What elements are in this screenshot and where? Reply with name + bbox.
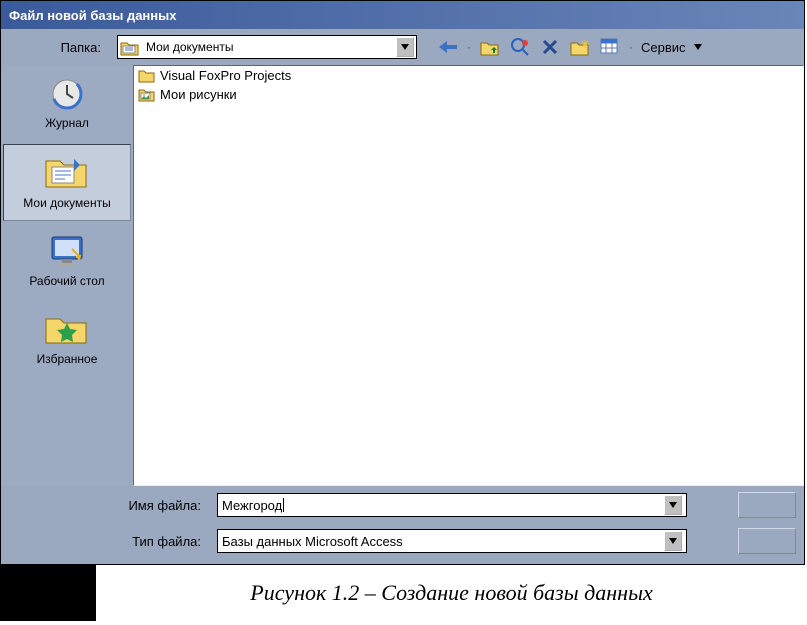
back-arrow-icon	[439, 41, 457, 53]
places-bar: Журнал Мои документы	[1, 65, 133, 486]
filetype-row: Тип файла: Базы данных Microsoft Access	[9, 528, 796, 554]
figure-caption: Рисунок 1.2 – Создание новой базы данных	[96, 580, 807, 606]
filename-row: Имя файла: Межгород	[9, 492, 796, 518]
filetype-select[interactable]: Базы данных Microsoft Access	[217, 529, 687, 553]
favorites-folder-icon	[44, 311, 90, 347]
figure-caption-row: Рисунок 1.2 – Создание новой базы данных	[0, 565, 807, 621]
filetype-dropdown-button[interactable]	[664, 531, 682, 551]
filename-input[interactable]: Межгород	[217, 493, 687, 517]
search-web-button[interactable]	[509, 36, 531, 58]
main-area: Журнал Мои документы	[1, 65, 804, 486]
picture-folder-icon	[138, 87, 156, 102]
document-folder-icon	[120, 38, 140, 56]
up-level-button[interactable]	[479, 36, 501, 58]
folder-select[interactable]: Мои документы	[117, 35, 417, 59]
filename-value: Межгород	[222, 498, 282, 513]
service-menu[interactable]: Сервис	[641, 40, 686, 55]
window-title: Файл новой базы данных	[9, 8, 176, 23]
bottom-fields: Имя файла: Межгород Тип файла: Базы данн…	[1, 486, 804, 564]
place-label: Журнал	[45, 117, 89, 130]
text-caret	[283, 498, 284, 512]
file-name: Мои рисунки	[160, 87, 237, 102]
chevron-down-icon	[694, 44, 702, 50]
separator: ·	[467, 40, 471, 54]
folder-icon	[138, 68, 156, 83]
folder-label: Папка:	[9, 40, 109, 55]
magnifier-globe-icon	[510, 37, 530, 57]
folder-up-icon	[480, 38, 500, 56]
back-button[interactable]	[437, 36, 459, 58]
place-my-documents[interactable]: Мои документы	[3, 144, 131, 221]
list-item[interactable]: Visual FoxPro Projects	[134, 66, 803, 85]
place-label: Избранное	[37, 353, 98, 366]
chevron-down-icon	[401, 44, 409, 50]
filetype-label: Тип файла:	[9, 534, 209, 549]
cancel-button[interactable]	[738, 528, 796, 554]
caption-black-block	[0, 565, 96, 621]
delete-x-icon	[543, 40, 557, 54]
delete-button[interactable]	[539, 36, 561, 58]
chevron-down-icon	[669, 502, 677, 508]
views-icon	[600, 38, 620, 56]
separator: ·	[629, 40, 633, 54]
folder-toolbar: Папка: Мои документы ·	[1, 29, 804, 65]
file-list-pane[interactable]: Visual FoxPro Projects Мои рисунки	[133, 65, 804, 486]
place-history[interactable]: Журнал	[3, 69, 131, 140]
file-name: Visual FoxPro Projects	[160, 68, 291, 83]
history-icon	[47, 77, 87, 111]
current-folder-name: Мои документы	[146, 40, 233, 54]
folder-dropdown-button[interactable]	[396, 37, 414, 57]
place-label: Рабочий стол	[29, 275, 104, 288]
place-desktop[interactable]: Рабочий стол	[3, 225, 131, 298]
filename-dropdown-button[interactable]	[664, 495, 682, 515]
place-label: Мои документы	[23, 197, 110, 210]
chevron-down-icon	[669, 538, 677, 544]
filetype-value: Базы данных Microsoft Access	[222, 534, 403, 549]
desktop-icon	[46, 233, 88, 269]
new-db-file-dialog: Файл новой базы данных Папка: Мои докуме…	[0, 0, 805, 565]
place-favorites[interactable]: Избранное	[3, 303, 131, 376]
new-folder-icon	[570, 38, 590, 56]
list-item[interactable]: Мои рисунки	[134, 85, 803, 104]
new-folder-button[interactable]	[569, 36, 591, 58]
nav-toolbar-icons: ·	[437, 36, 702, 58]
document-folder-icon	[44, 153, 90, 191]
create-button[interactable]	[738, 492, 796, 518]
titlebar[interactable]: Файл новой базы данных	[1, 1, 804, 29]
views-button[interactable]	[599, 36, 621, 58]
filename-label: Имя файла:	[9, 498, 209, 513]
